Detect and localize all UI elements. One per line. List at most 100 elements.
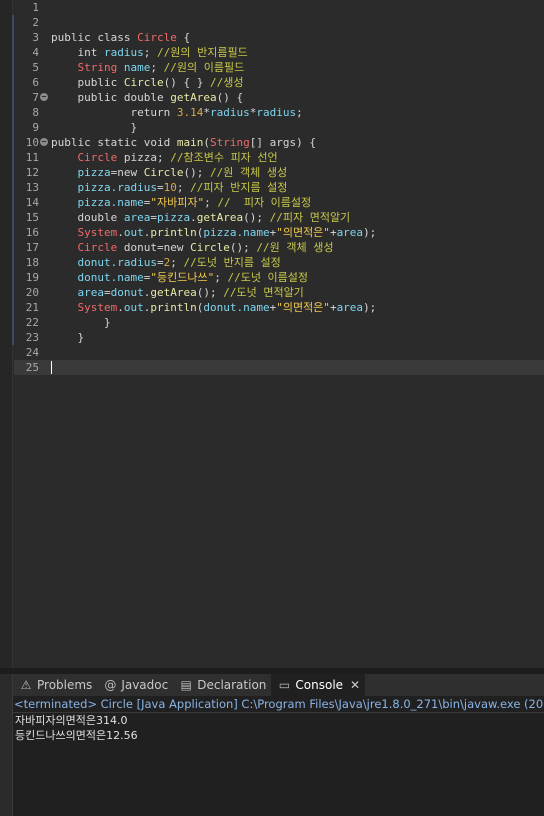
code-text[interactable]: }: [51, 330, 84, 345]
code-line[interactable]: 3 public class Circle {: [14, 30, 544, 45]
code-token: area: [336, 301, 364, 314]
code-line[interactable]: 20 area=donut.getArea(); //도넛 면적알기: [14, 285, 544, 300]
code-text[interactable]: area=donut.getArea(); //도넛 면적알기: [51, 285, 303, 300]
code-text[interactable]: Circle donut=new Circle(); //원 객체 생성: [51, 240, 333, 255]
line-number: 10: [25, 136, 39, 149]
code-line[interactable]: 8 return 3.14*radius*radius;: [14, 105, 544, 120]
code-token: radius: [256, 106, 297, 119]
code-token: ;: [150, 61, 164, 74]
code-token: getArea: [150, 286, 197, 299]
code-line[interactable]: 19 donut.name="등킨드나쓰"; //도넛 이름설정: [14, 270, 544, 285]
code-line[interactable]: 12 pizza=new Circle(); //원 객체 생성: [14, 165, 544, 180]
code-text[interactable]: Circle pizza; //참조변수 피자 선언: [51, 150, 278, 165]
code-token: .: [117, 301, 124, 314]
code-line[interactable]: 24: [14, 345, 544, 360]
code-text[interactable]: double area=pizza.getArea(); //피자 면적알기: [51, 210, 350, 225]
tab-problems[interactable]: ⚠ Problems: [13, 674, 97, 696]
code-token: Circle: [51, 241, 124, 254]
fold-collapse-icon[interactable]: −: [40, 138, 48, 146]
code-text[interactable]: public Circle() { } //생성: [51, 75, 243, 90]
code-token: ;: [143, 46, 157, 59]
line-number: 14: [25, 196, 39, 209]
line-number: 8: [32, 106, 39, 119]
code-text[interactable]: public static void main(String[] args) {: [51, 135, 316, 150]
code-line[interactable]: 4 int radius; //원의 반지름필드: [14, 45, 544, 60]
code-token: area: [123, 211, 151, 224]
code-token: +: [329, 226, 337, 239]
code-line[interactable]: 13 pizza.radius=10; //피자 반지름 설정: [14, 180, 544, 195]
code-token: return: [51, 106, 177, 119]
code-text[interactable]: public double getArea() {: [51, 90, 243, 105]
code-token: area: [336, 226, 364, 239]
line-number: 21: [25, 301, 39, 314]
line-number: 20: [25, 286, 39, 299]
code-line[interactable]: 15 double area=pizza.getArea(); //피자 면적알…: [14, 210, 544, 225]
code-token: out: [123, 226, 144, 239]
code-token: 3.14: [176, 106, 204, 119]
code-line[interactable]: 23 }: [14, 330, 544, 345]
tab-javadoc[interactable]: @ Javadoc: [97, 674, 173, 696]
line-number: 12: [25, 166, 39, 179]
code-text[interactable]: int radius; //원의 반지름필드: [51, 45, 247, 60]
tab-label: Problems: [37, 678, 93, 692]
code-token: =: [103, 286, 111, 299]
code-line[interactable]: 18 donut.radius=2; //도넛 반지름 설정: [14, 255, 544, 270]
code-token: Circle: [123, 76, 164, 89]
line-number: 24: [25, 346, 39, 359]
code-text[interactable]: }: [51, 315, 111, 330]
code-text[interactable]: String name; //원의 이름필드: [51, 60, 244, 75]
code-line[interactable]: 25: [14, 360, 544, 375]
code-line[interactable]: 1: [14, 0, 544, 15]
code-token: ;: [176, 181, 191, 194]
console-output[interactable]: 자바피자의면적은314.0 등킨드나쓰의면적은12.56: [13, 713, 544, 816]
code-line[interactable]: 6 public Circle() { } //생성: [14, 75, 544, 90]
code-line[interactable]: 11 Circle pizza; //참조변수 피자 선언: [14, 150, 544, 165]
tab-console[interactable]: ▭ Console ✕: [271, 674, 366, 696]
code-editor[interactable]: 1 2 3 public class Circle {4 int radius; //…: [0, 0, 544, 668]
code-text[interactable]: pizza.radius=10; //피자 반지름 설정: [51, 180, 287, 195]
code-token: donut=new: [123, 241, 191, 254]
console-status: <terminated> Circle [Java Application] C…: [13, 696, 544, 713]
code-token: Circle: [190, 241, 230, 254]
code-token: pizza: [156, 211, 191, 224]
code-token: }: [51, 316, 111, 329]
code-text[interactable]: System.out.println(donut.name+"의면적은"+are…: [51, 300, 376, 315]
code-text[interactable]: }: [51, 120, 137, 135]
code-text[interactable]: donut.radius=2; //도넛 반지름 설정: [51, 255, 280, 270]
code-token: Circle: [51, 151, 124, 164]
code-token: (: [203, 136, 210, 149]
code-token: "의면적은": [276, 301, 330, 314]
code-line[interactable]: 16 System.out.println(pizza.name+"의면적은"+…: [14, 225, 544, 240]
code-lines[interactable]: 1 2 3 public class Circle {4 int radius; //…: [14, 0, 544, 375]
line-number: 6: [32, 76, 39, 89]
code-line[interactable]: 7− public double getArea() {: [14, 90, 544, 105]
code-line[interactable]: 17 Circle donut=new Circle(); //원 객체 생성: [14, 240, 544, 255]
fold-collapse-icon[interactable]: −: [40, 93, 48, 101]
tab-declaration[interactable]: ▤ Declaration: [173, 674, 271, 696]
close-icon[interactable]: ✕: [350, 678, 360, 692]
code-line[interactable]: 21 System.out.println(donut.name+"의면적은"+…: [14, 300, 544, 315]
code-line[interactable]: 2: [14, 15, 544, 30]
line-number: 25: [25, 361, 39, 374]
line-number: 23: [25, 331, 39, 344]
code-token: println: [150, 226, 197, 239]
code-text[interactable]: return 3.14*radius*radius;: [51, 105, 302, 120]
code-token: Circle: [143, 166, 184, 179]
code-line[interactable]: 9 }: [14, 120, 544, 135]
tab-label: Declaration: [197, 678, 267, 692]
code-token: //원 객체 생성: [256, 241, 334, 254]
code-text[interactable]: donut.name="등킨드나쓰"; //도넛 이름설정: [51, 270, 308, 285]
code-token: pizza.name: [51, 196, 144, 209]
code-line[interactable]: 5 String name; //원의 이름필드: [14, 60, 544, 75]
code-line[interactable]: 10− public static void main(String[] args…: [14, 135, 544, 150]
code-line[interactable]: 14 pizza.name="자바피자"; // 피자 이름설정: [14, 195, 544, 210]
code-token: String: [209, 136, 250, 149]
code-text[interactable]: System.out.println(pizza.name+"의면적은"+are…: [51, 225, 376, 240]
code-token: // 피자 이름설정: [217, 196, 312, 209]
code-text[interactable]: pizza=new Circle(); //원 객체 생성: [51, 165, 287, 180]
code-token: //원의 이름필드: [163, 61, 245, 74]
code-line[interactable]: 22 }: [14, 315, 544, 330]
code-token: //참조변수 피자 선언: [170, 151, 278, 164]
code-text[interactable]: pizza.name="자바피자"; // 피자 이름설정: [51, 195, 311, 210]
code-text[interactable]: public class Circle {: [51, 30, 190, 45]
